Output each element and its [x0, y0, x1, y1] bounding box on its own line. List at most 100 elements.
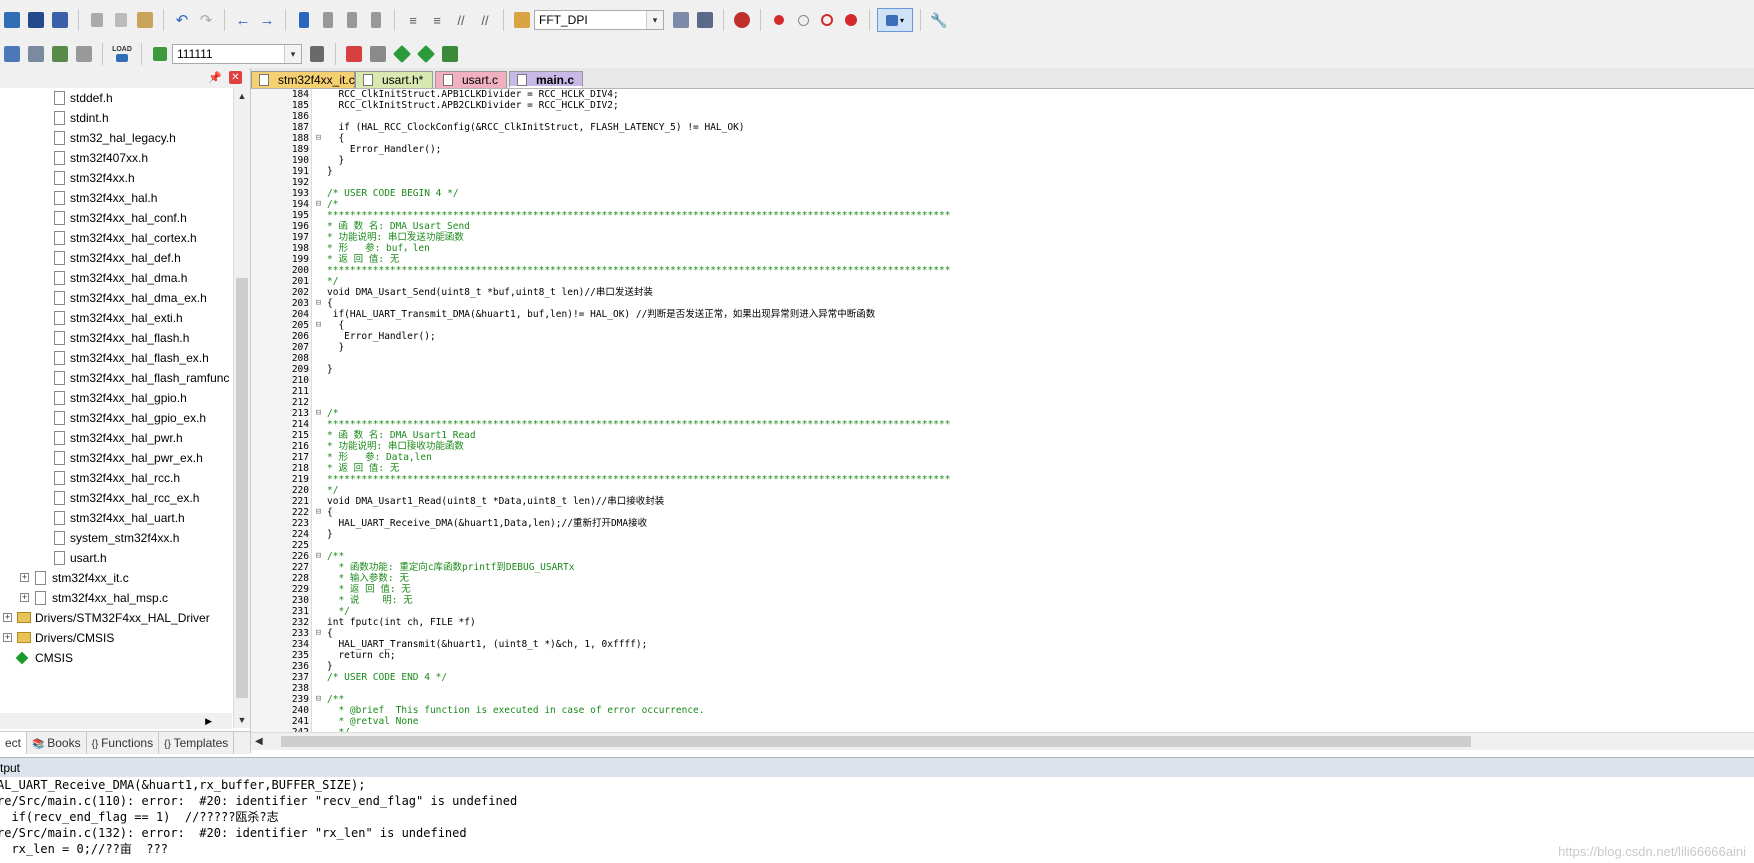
- find-in-files-icon[interactable]: [511, 9, 533, 31]
- fold-icon[interactable]: ⊟: [314, 408, 323, 419]
- fold-icon[interactable]: ⊟: [314, 320, 323, 331]
- editor-tab-usart-c[interactable]: usart.c: [435, 71, 507, 88]
- tree-vertical-scrollbar[interactable]: ▲ ▼: [233, 88, 250, 728]
- build-icon[interactable]: [25, 43, 47, 65]
- debug-start-icon[interactable]: [731, 9, 753, 31]
- scroll-left-icon[interactable]: ◀: [255, 733, 263, 750]
- translate-icon[interactable]: [1, 43, 23, 65]
- batch-build-icon[interactable]: [73, 43, 95, 65]
- tree-item-folder[interactable]: + Drivers/CMSIS: [0, 628, 232, 648]
- tree-item-folder[interactable]: + Drivers/STM32F4xx_HAL_Driver: [0, 608, 232, 628]
- fold-icon[interactable]: ⊟: [314, 298, 323, 309]
- tree-item-file[interactable]: stm32f407xx.h: [0, 148, 232, 168]
- tree-item-file[interactable]: stm32f4xx_hal.h: [0, 188, 232, 208]
- select-packs-icon[interactable]: [415, 43, 437, 65]
- save-icon[interactable]: [25, 9, 47, 31]
- fold-icon[interactable]: ⊟: [314, 551, 323, 562]
- tree-item-file[interactable]: stddef.h: [0, 88, 232, 108]
- tree-item-file[interactable]: stm32f4xx_hal_pwr.h: [0, 428, 232, 448]
- redo-icon[interactable]: ↷: [195, 9, 217, 31]
- tab-templates[interactable]: {} Templates: [159, 732, 235, 754]
- tree-item-file[interactable]: stm32f4xx_hal_rcc_ex.h: [0, 488, 232, 508]
- build-output[interactable]: AL_UART_Receive_DMA(&huart1,rx_buffer,BU…: [0, 777, 1754, 863]
- nav-back-icon[interactable]: ←: [232, 9, 254, 31]
- editor-tab-stm32f4xx-it-c[interactable]: stm32f4xx_it.c: [251, 71, 355, 88]
- manage-components-icon[interactable]: [343, 43, 365, 65]
- nav-forward-icon[interactable]: →: [256, 9, 278, 31]
- breakpoint-insert-icon[interactable]: [768, 9, 790, 31]
- editor-tab-usart-h-[interactable]: usart.h*: [355, 71, 433, 88]
- chevron-down-icon[interactable]: ▾: [284, 45, 301, 63]
- tree-item-file[interactable]: stm32f4xx_hal_dma.h: [0, 268, 232, 288]
- fold-icon[interactable]: ⊟: [314, 628, 323, 639]
- fold-icon[interactable]: ⊟: [314, 199, 323, 210]
- tree-item-component[interactable]: CMSIS: [0, 648, 232, 668]
- fold-icon[interactable]: ⊟: [314, 507, 323, 518]
- bookmark-next-icon[interactable]: [341, 9, 363, 31]
- find-icon[interactable]: [670, 9, 692, 31]
- download-button[interactable]: LOAD: [110, 43, 134, 65]
- pack-installer-icon[interactable]: [391, 43, 413, 65]
- undo-icon[interactable]: ↶: [171, 9, 193, 31]
- close-icon[interactable]: ✕: [229, 71, 242, 84]
- tree-item-file[interactable]: stm32f4xx_hal_gpio_ex.h: [0, 408, 232, 428]
- tree-item-file[interactable]: stm32f4xx_hal_flash_ramfunc: [0, 368, 232, 388]
- tree-item-file[interactable]: stm32_hal_legacy.h: [0, 128, 232, 148]
- save-all-icon[interactable]: [49, 9, 71, 31]
- scroll-down-icon[interactable]: ▼: [235, 712, 249, 728]
- uncomment-icon[interactable]: //: [474, 9, 496, 31]
- scroll-up-icon[interactable]: ▲: [235, 88, 249, 104]
- new-file-icon[interactable]: [1, 9, 23, 31]
- tab-books[interactable]: 📚 Books: [27, 732, 87, 754]
- tree-item-file[interactable]: stm32f4xx_hal_pwr_ex.h: [0, 448, 232, 468]
- tree-item-file[interactable]: stm32f4xx_hal_rcc.h: [0, 468, 232, 488]
- code-area[interactable]: 184 RCC_ClkInitStruct.APB1CLKDivider = R…: [251, 89, 1754, 732]
- tree-item-file[interactable]: usart.h: [0, 548, 232, 568]
- unindent-icon[interactable]: ≡: [426, 9, 448, 31]
- fold-icon[interactable]: ⊟: [314, 694, 323, 705]
- tree-item-file[interactable]: stm32f4xx_hal_uart.h: [0, 508, 232, 528]
- tree-item-file[interactable]: stdint.h: [0, 108, 232, 128]
- expand-icon[interactable]: +: [20, 573, 29, 582]
- tree-item-file[interactable]: stm32f4xx_hal_dma_ex.h: [0, 288, 232, 308]
- target-select[interactable]: 111111 ▾: [172, 44, 302, 64]
- fold-icon[interactable]: ⊟: [314, 133, 323, 144]
- editor-horizontal-scrollbar[interactable]: ◀: [251, 732, 1754, 750]
- window-layout-icon[interactable]: ▾: [877, 8, 913, 32]
- scroll-right-icon[interactable]: ▶: [205, 713, 212, 729]
- pin-icon[interactable]: 📌: [208, 71, 222, 84]
- copy-icon[interactable]: [110, 9, 132, 31]
- tree-item-file[interactable]: stm32f4xx_hal_conf.h: [0, 208, 232, 228]
- expand-icon[interactable]: +: [3, 633, 12, 642]
- tab-ect[interactable]: ect: [0, 732, 28, 754]
- comment-icon[interactable]: //: [450, 9, 472, 31]
- target-options-icon[interactable]: [306, 43, 328, 65]
- expand-icon[interactable]: +: [3, 613, 12, 622]
- expand-icon[interactable]: +: [20, 593, 29, 602]
- scroll-thumb[interactable]: [281, 736, 1471, 747]
- breakpoint-disable-icon[interactable]: [816, 9, 838, 31]
- bookmark-prev-icon[interactable]: [317, 9, 339, 31]
- tree-item-file[interactable]: stm32f4xx_hal_flash_ex.h: [0, 348, 232, 368]
- run-time-env-icon[interactable]: [367, 43, 389, 65]
- editor-tab-main-c[interactable]: main.c: [509, 71, 583, 88]
- tree-item-file[interactable]: stm32f4xx_hal_flash.h: [0, 328, 232, 348]
- paste-icon[interactable]: [134, 9, 156, 31]
- chevron-down-icon[interactable]: ▾: [646, 11, 663, 29]
- breakpoint-enable-icon[interactable]: [792, 9, 814, 31]
- configure-icon[interactable]: 🔧: [928, 9, 950, 31]
- tab-functions[interactable]: {} Functions: [87, 732, 160, 754]
- tree-item-file[interactable]: stm32f4xx_hal_gpio.h: [0, 388, 232, 408]
- tree-item-file[interactable]: stm32f4xx_hal_def.h: [0, 248, 232, 268]
- find-combo[interactable]: FFT_DPI ▾: [534, 10, 664, 30]
- tree-item-file-expand[interactable]: + stm32f4xx_hal_msp.c: [0, 588, 232, 608]
- tree-item-file[interactable]: system_stm32f4xx.h: [0, 528, 232, 548]
- rebuild-icon[interactable]: [49, 43, 71, 65]
- scroll-thumb[interactable]: [236, 278, 248, 698]
- indent-icon[interactable]: ≡: [402, 9, 424, 31]
- tree-item-file[interactable]: stm32f4xx_hal_exti.h: [0, 308, 232, 328]
- cut-icon[interactable]: [86, 9, 108, 31]
- tree-item-file-expand[interactable]: + stm32f4xx_it.c: [0, 568, 232, 588]
- breakpoint-kill-icon[interactable]: [840, 9, 862, 31]
- incremental-find-icon[interactable]: [694, 9, 716, 31]
